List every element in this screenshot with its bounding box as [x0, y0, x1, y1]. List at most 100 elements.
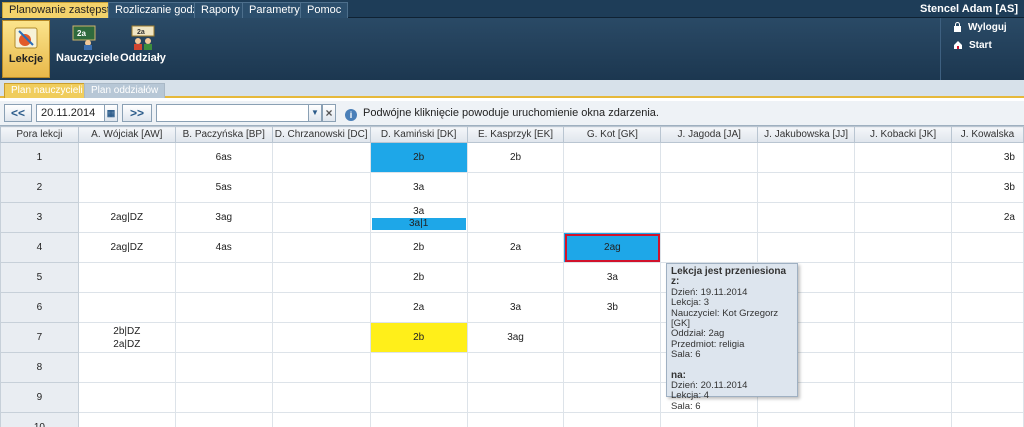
lesson-cell[interactable]	[466, 352, 565, 383]
column-header[interactable]: D. Chrzanowski [DC]	[271, 126, 371, 143]
lesson-cell[interactable]	[369, 382, 468, 413]
prev-day-button[interactable]: <<	[4, 104, 32, 122]
lessons-button[interactable]: Lekcje	[2, 20, 50, 78]
lesson-cell[interactable]	[757, 412, 856, 427]
lesson-cell[interactable]	[271, 202, 371, 233]
lesson-cell[interactable]: 2a	[950, 202, 1024, 233]
lesson-cell[interactable]	[854, 412, 952, 427]
lesson-cell[interactable]	[466, 172, 565, 203]
lesson-cell[interactable]: 3b	[950, 172, 1024, 203]
lesson-cell[interactable]	[466, 382, 565, 413]
lesson-cell[interactable]	[77, 412, 176, 427]
lesson-cell[interactable]	[174, 322, 273, 353]
lesson-cell[interactable]: 2b|DZ 2a|DZ	[77, 322, 176, 353]
lesson-cell[interactable]	[563, 322, 662, 353]
lesson-cell[interactable]	[757, 232, 856, 263]
lesson-cell[interactable]: 2a	[466, 232, 565, 263]
lesson-cell[interactable]: 3a	[563, 262, 662, 293]
lesson-cell[interactable]	[174, 382, 273, 413]
lesson-cell[interactable]	[854, 142, 952, 173]
column-header[interactable]: J. Jagoda [JA]	[660, 126, 759, 143]
lesson-cell[interactable]	[854, 292, 952, 323]
lesson-cell[interactable]: 2b	[369, 262, 468, 293]
lesson-cell[interactable]	[660, 412, 759, 427]
substitution-bar[interactable]: 3a|1	[371, 218, 466, 230]
column-header[interactable]: J. Kobacki [JK]	[854, 126, 952, 143]
filter-select[interactable]	[156, 104, 322, 122]
lesson-cell[interactable]	[77, 262, 176, 293]
lesson-cell[interactable]: 3b	[563, 292, 662, 323]
lesson-cell[interactable]: 3ag	[466, 322, 565, 353]
lesson-cell[interactable]	[174, 352, 273, 383]
column-header[interactable]: A. Wójciak [AW]	[77, 126, 176, 143]
next-day-button[interactable]: >>	[122, 104, 152, 122]
lesson-cell[interactable]	[271, 142, 371, 173]
lesson-cell[interactable]: 3ag	[174, 202, 273, 233]
lesson-cell[interactable]	[854, 202, 952, 233]
lesson-cell[interactable]	[563, 412, 662, 427]
lesson-cell[interactable]: 6as	[174, 142, 273, 173]
lesson-cell[interactable]: 4as	[174, 232, 273, 263]
selected-lesson-cell[interactable]: 2ag	[563, 232, 662, 263]
lesson-cell[interactable]	[271, 412, 371, 427]
lesson-cell[interactable]	[77, 172, 176, 203]
classes-button[interactable]: 2a Oddziały	[120, 20, 166, 78]
lesson-cell[interactable]	[660, 202, 759, 233]
menu-planowanie[interactable]: Planowanie zastępstw	[2, 2, 125, 18]
column-header[interactable]: D. Kamiński [DK]	[369, 126, 468, 143]
lesson-cell[interactable]	[950, 412, 1024, 427]
lesson-cell[interactable]	[174, 412, 273, 427]
lesson-cell[interactable]	[271, 262, 371, 293]
lesson-cell[interactable]: 3a	[466, 292, 565, 323]
lesson-cell[interactable]	[271, 352, 371, 383]
column-header[interactable]: E. Kasprzyk [EK]	[466, 126, 565, 143]
menu-parametry[interactable]: Parametry	[242, 2, 307, 18]
lesson-cell[interactable]	[854, 322, 952, 353]
lesson-cell[interactable]	[854, 232, 952, 263]
menu-pomoc[interactable]: Pomoc	[300, 2, 349, 18]
lesson-cell[interactable]	[369, 352, 468, 383]
lesson-cell[interactable]	[77, 382, 176, 413]
lesson-cell[interactable]: 2ag|DZ	[77, 202, 176, 233]
lesson-cell[interactable]	[77, 142, 176, 173]
column-header[interactable]: G. Kot [GK]	[563, 126, 662, 143]
column-header[interactable]: B. Paczyńska [BP]	[174, 126, 273, 143]
lesson-cell[interactable]	[466, 202, 565, 233]
tab-teacher-plan[interactable]: Plan nauczycieli	[4, 83, 90, 98]
menu-raporty[interactable]: Raporty	[194, 2, 247, 18]
lesson-cell[interactable]	[757, 202, 856, 233]
lesson-cell[interactable]	[563, 352, 662, 383]
lesson-cell[interactable]: 3b	[950, 142, 1024, 173]
lesson-cell[interactable]	[950, 352, 1024, 383]
lesson-cell[interactable]	[950, 322, 1024, 353]
lesson-cell[interactable]: 2b	[369, 142, 468, 173]
lesson-cell[interactable]	[563, 142, 662, 173]
lesson-cell[interactable]	[77, 292, 176, 323]
lesson-cell[interactable]	[271, 172, 371, 203]
lesson-cell[interactable]	[271, 292, 371, 323]
lesson-cell[interactable]	[174, 292, 273, 323]
lesson-cell[interactable]	[77, 352, 176, 383]
tab-class-plan[interactable]: Plan oddziałów	[84, 83, 166, 98]
lesson-cell[interactable]	[271, 322, 371, 353]
lesson-cell[interactable]: 3a	[369, 172, 468, 203]
lesson-cell[interactable]	[466, 262, 565, 293]
lesson-cell[interactable]	[950, 262, 1024, 293]
lesson-cell[interactable]	[854, 172, 952, 203]
lesson-cell[interactable]	[563, 382, 662, 413]
lesson-cell[interactable]: 2b	[369, 232, 468, 263]
logout-link[interactable]: Wyloguj	[953, 20, 1007, 36]
lesson-cell[interactable]	[757, 172, 856, 203]
lesson-cell[interactable]	[271, 382, 371, 413]
teachers-button[interactable]: 2a Nauczyciele	[56, 20, 119, 78]
lesson-cell[interactable]	[466, 412, 565, 427]
lesson-cell[interactable]: 2ag|DZ	[77, 232, 176, 263]
lesson-cell[interactable]	[563, 202, 662, 233]
dropdown-chevron-icon[interactable]: ▼	[308, 104, 322, 122]
lesson-cell[interactable]	[950, 382, 1024, 413]
lesson-cell[interactable]: 2b	[466, 142, 565, 173]
lesson-cell[interactable]	[369, 412, 468, 427]
lesson-cell[interactable]	[174, 262, 273, 293]
column-header[interactable]: J. Jakubowska [JJ]	[757, 126, 856, 143]
lesson-cell[interactable]	[950, 232, 1024, 263]
